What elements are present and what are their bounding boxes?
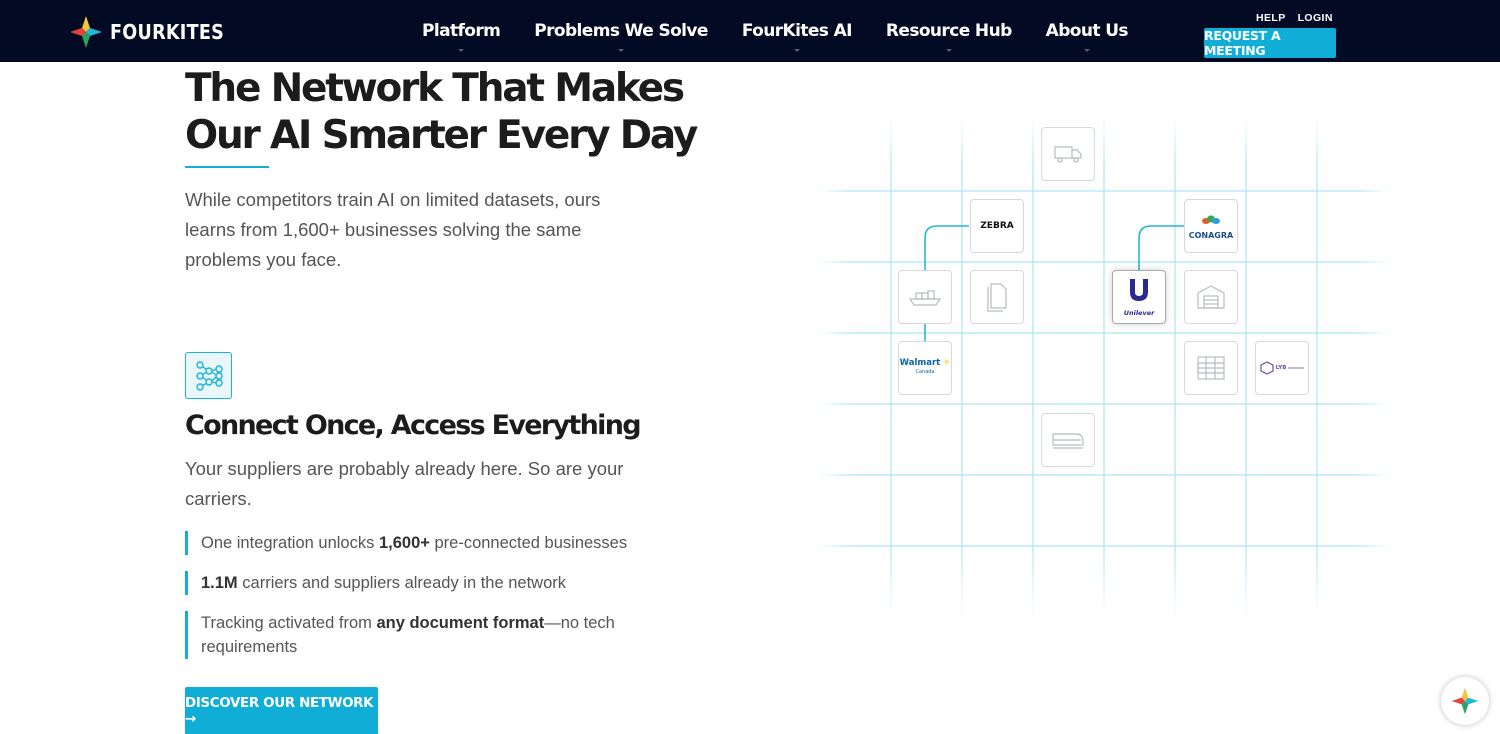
bullet-text: carriers and suppliers already in the ne… — [237, 574, 567, 592]
bullet-highlight: 1,600+ — [378, 534, 430, 552]
fourkites-logo[interactable]: FOURKITES — [68, 14, 240, 50]
spreadsheet-icon — [1184, 341, 1238, 395]
network-nodes-icon — [185, 352, 232, 399]
conagra-logo: CONAGRA — [1184, 199, 1238, 253]
conagra-brand-text: CONAGRA — [1188, 230, 1234, 240]
bullet-text: One integration unlocks — [201, 534, 379, 552]
ship-icon — [898, 270, 952, 324]
chevron-down-icon — [458, 49, 465, 52]
intro-paragraph: While competitors train AI on limited da… — [185, 189, 601, 270]
document-icon — [970, 270, 1024, 324]
feature-bullet: Tracking activated from any document for… — [185, 611, 655, 659]
feature-bullet: One integration unlocks 1,600+ pre-conne… — [185, 531, 665, 555]
nav-platform[interactable]: Platform — [405, 0, 517, 62]
zebra-brand-text: ZEBRA — [980, 220, 1014, 231]
fourkites-logo-icon — [70, 16, 102, 48]
unilever-u-icon — [1130, 279, 1148, 301]
nav-label: Resource Hub — [885, 21, 1012, 41]
request-meeting-button[interactable]: REQUEST A MEETING — [1204, 28, 1336, 58]
network-grid-graphic: ZEBRA CONAGRA Unilever Walmart ✳ Canada … — [818, 118, 1390, 618]
chevron-down-icon — [945, 49, 952, 52]
title-underline — [185, 166, 269, 168]
lyb-wordmark — [1288, 367, 1305, 369]
nav-label: About Us — [1045, 21, 1129, 41]
nav-problems-we-solve[interactable]: Problems We Solve — [517, 0, 725, 62]
nav-about-us[interactable]: About Us — [1029, 0, 1145, 62]
nav-label: Problems We Solve — [534, 21, 708, 41]
nav-resource-hub[interactable]: Resource Hub — [869, 0, 1029, 62]
feature-title: Connect Once, Access Everything — [185, 410, 642, 441]
bullet-text: Tracking activated from — [201, 614, 377, 632]
discover-network-button[interactable]: DISCOVER OUR NETWORK → — [185, 687, 378, 734]
help-link[interactable]: HELP — [1256, 12, 1286, 24]
nav-label: Platform — [422, 21, 501, 41]
lyb-hexagon-icon — [1259, 361, 1274, 375]
bullet-text: pre-connected businesses — [429, 534, 628, 552]
warehouse-icon — [1184, 270, 1238, 324]
unilever-brand-text: Unilever — [1123, 309, 1155, 317]
truck-icon — [1041, 127, 1095, 181]
login-link[interactable]: LOGIN — [1298, 12, 1333, 24]
utility-links: HELP LOGIN — [1256, 12, 1333, 24]
unilever-logo: Unilever — [1112, 270, 1166, 324]
page-title: The Network That Makes Our AI Smarter Ev… — [185, 66, 698, 158]
chevron-down-icon — [618, 49, 625, 52]
zebra-logo: ZEBRA — [970, 199, 1024, 253]
top-navigation-bar: FOURKITES Platform Problems We Solve Fou… — [0, 0, 1500, 62]
chevron-down-icon — [793, 49, 800, 52]
fourkites-chat-icon[interactable] — [1441, 677, 1489, 725]
lyb-logo: LYB — [1255, 341, 1309, 395]
train-icon — [1041, 413, 1095, 467]
main-nav: Platform Problems We Solve FourKites AI … — [405, 0, 1145, 62]
bullet-highlight: 1.1M — [201, 574, 238, 592]
walmart-sub-text: Canada — [915, 369, 935, 375]
lyb-brand-text: LYB — [1275, 364, 1287, 371]
walmart-brand-text: Walmart — [899, 358, 941, 368]
brand-name: FOURKITES — [110, 20, 225, 44]
conagra-leaf-icon — [1201, 215, 1220, 224]
feature-bullet: 1.1M carriers and suppliers already in t… — [185, 571, 665, 595]
walmart-spark-icon: ✳ — [940, 358, 951, 368]
nav-fourkites-ai[interactable]: FourKites AI — [725, 0, 869, 62]
walmart-logo: Walmart ✳ Canada — [898, 341, 952, 395]
bullet-highlight: any document format — [376, 614, 545, 632]
chevron-down-icon — [1083, 49, 1090, 52]
nav-label: FourKites AI — [741, 21, 853, 41]
feature-description: Your suppliers are probably already here… — [185, 458, 624, 509]
